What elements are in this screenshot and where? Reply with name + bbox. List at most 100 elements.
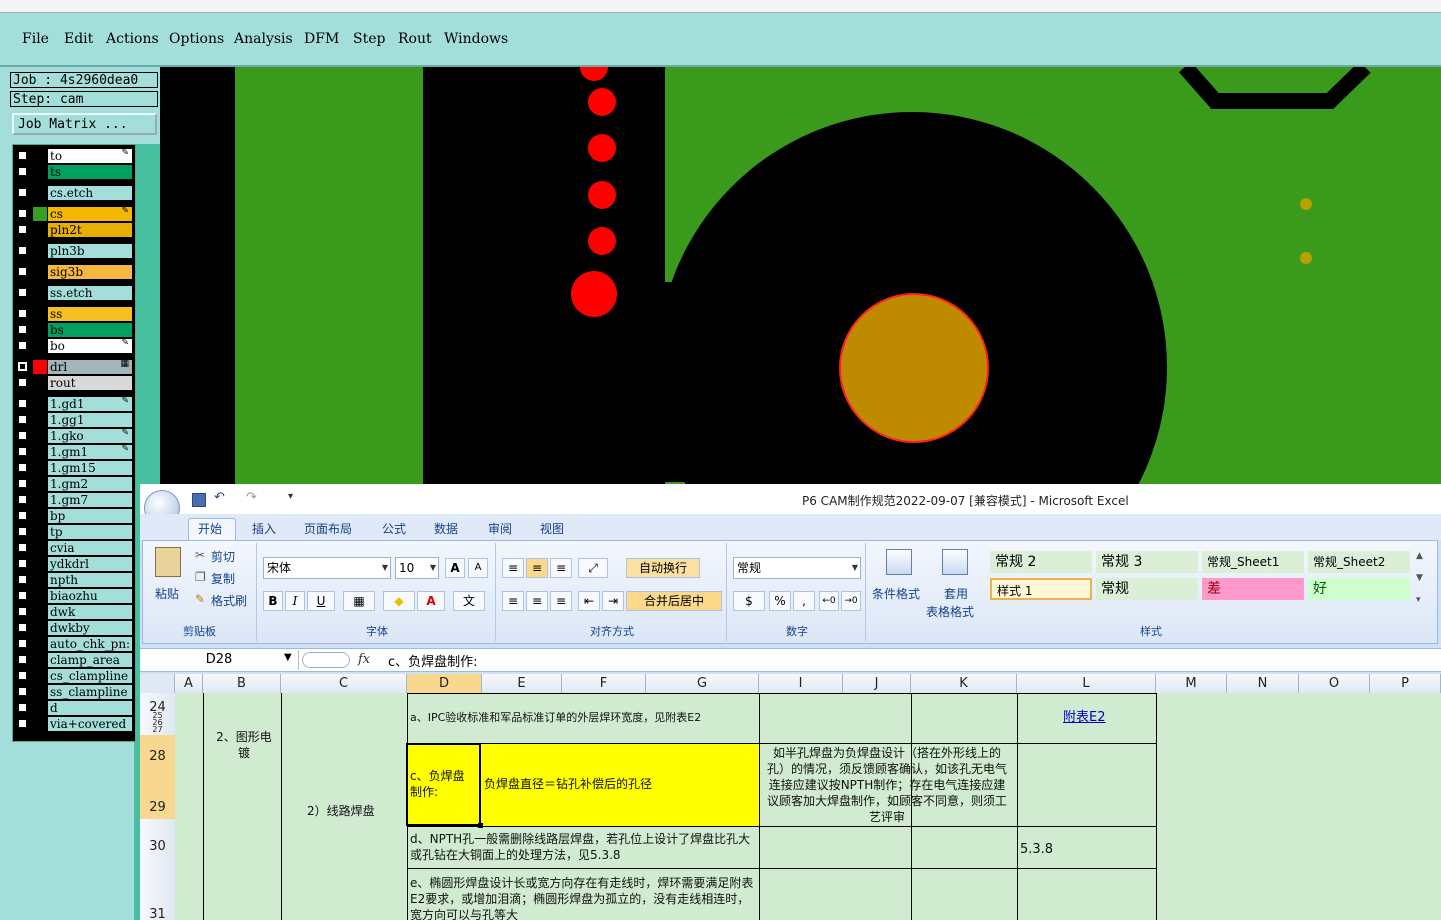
redo-icon[interactable]: ↷ xyxy=(246,490,257,505)
layer-checkbox[interactable] xyxy=(18,288,27,297)
style-bad[interactable]: 差 xyxy=(1202,578,1304,600)
layer-checkbox[interactable] xyxy=(18,543,27,552)
layer-name[interactable]: cs.etch xyxy=(48,186,132,200)
conditional-format-button[interactable]: 条件格式 xyxy=(872,585,920,602)
layer-name[interactable]: ss_clampline xyxy=(48,685,132,699)
layer-row[interactable]: 1.gm7 xyxy=(13,492,135,508)
decrease-indent-button[interactable]: ⇤ xyxy=(578,591,600,611)
border-button[interactable]: ▦ xyxy=(343,591,375,611)
layer-name[interactable]: drl xyxy=(48,360,132,374)
layer-checkbox[interactable] xyxy=(18,309,27,318)
font-size-combo[interactable]: 10 ▼ xyxy=(395,557,439,579)
link-appendix-e2[interactable]: 附表E2 xyxy=(1063,710,1106,726)
layer-checkbox[interactable] xyxy=(18,362,27,371)
layer-name[interactable]: 1.gm7 xyxy=(48,493,132,507)
layer-color-swatch[interactable] xyxy=(33,605,47,619)
font-color-button[interactable]: A xyxy=(417,591,445,611)
customize-qat-icon[interactable]: ▾ xyxy=(288,491,293,502)
layer-row[interactable]: 1.gg1 xyxy=(13,412,135,428)
layer-color-swatch[interactable] xyxy=(33,557,47,571)
paste-button[interactable]: 粘贴 xyxy=(155,585,179,602)
layer-color-swatch[interactable] xyxy=(33,339,47,353)
layer-name[interactable]: cs_clampline xyxy=(48,669,132,683)
layer-color-swatch[interactable] xyxy=(33,186,47,200)
layer-name[interactable]: cs xyxy=(48,207,132,221)
layer-name[interactable]: ss xyxy=(48,307,132,321)
align-middle-button[interactable]: ≡ xyxy=(526,558,548,578)
layer-checkbox[interactable] xyxy=(18,246,27,255)
layer-name[interactable]: dwk xyxy=(48,605,132,619)
layer-row[interactable]: cs.etch xyxy=(13,185,135,201)
layer-row[interactable]: sig3b xyxy=(13,264,135,280)
name-box-dropdown-icon[interactable]: ▼ xyxy=(284,652,292,663)
layer-row[interactable]: tp xyxy=(13,524,135,540)
percent-button[interactable]: % xyxy=(769,591,791,611)
format-painter-button[interactable]: 格式刷 xyxy=(211,592,247,609)
style-scroll-down-icon[interactable]: ▼ xyxy=(1416,573,1423,583)
undo-icon[interactable]: ↶ xyxy=(214,490,225,505)
layer-row[interactable]: biaozhu xyxy=(13,588,135,604)
select-all-corner[interactable] xyxy=(140,674,175,693)
menu-windows[interactable]: Windows xyxy=(444,31,508,47)
format-table-button-line2[interactable]: 表格格式 xyxy=(926,603,974,620)
layer-checkbox[interactable] xyxy=(18,639,27,648)
layer-row[interactable]: ss_clampline xyxy=(13,684,135,700)
layer-row[interactable]: 1.gm15 xyxy=(13,460,135,476)
shrink-font-button[interactable]: A xyxy=(468,558,488,578)
column-header-d[interactable]: D xyxy=(407,674,482,693)
align-left-button[interactable]: ≡ xyxy=(502,591,524,611)
cut-button[interactable]: 剪切 xyxy=(211,548,235,565)
column-header-g[interactable]: G xyxy=(646,674,759,693)
layer-name[interactable]: pln2t xyxy=(48,223,132,237)
column-header-j[interactable]: J xyxy=(843,674,911,693)
layer-color-swatch[interactable] xyxy=(33,445,47,459)
layer-color-swatch[interactable] xyxy=(33,637,47,651)
tab-insert[interactable]: 插入 xyxy=(252,520,276,537)
layer-color-swatch[interactable] xyxy=(33,360,47,374)
style-1[interactable]: 样式 1 xyxy=(990,578,1092,600)
layer-color-swatch[interactable] xyxy=(33,493,47,507)
layer-name[interactable]: 1.gm15 xyxy=(48,461,132,475)
layer-checkbox[interactable] xyxy=(18,225,27,234)
layer-row[interactable]: cs_clampline xyxy=(13,668,135,684)
layer-name[interactable]: ts xyxy=(48,165,132,179)
menu-step[interactable]: Step xyxy=(353,31,385,47)
layer-checkbox[interactable] xyxy=(18,415,27,424)
comma-button[interactable]: , xyxy=(793,591,815,611)
layer-checkbox[interactable] xyxy=(18,607,27,616)
layer-color-swatch[interactable] xyxy=(33,573,47,587)
layer-color-swatch[interactable] xyxy=(33,429,47,443)
layer-color-swatch[interactable] xyxy=(33,149,47,163)
layer-name[interactable]: bp xyxy=(48,509,132,523)
layer-color-swatch[interactable] xyxy=(33,286,47,300)
style-normal-2[interactable]: 常规 2 xyxy=(990,551,1092,573)
layer-row[interactable]: cvia xyxy=(13,540,135,556)
layer-checkbox[interactable] xyxy=(18,559,27,568)
layer-color-swatch[interactable] xyxy=(33,669,47,683)
merge-center-button[interactable]: 合并后居中 xyxy=(626,591,722,611)
copy-button[interactable]: 复制 xyxy=(211,570,235,587)
layer-checkbox[interactable] xyxy=(18,151,27,160)
layer-row[interactable]: 1.gm2 xyxy=(13,476,135,492)
name-box[interactable]: D28 xyxy=(140,650,299,670)
layer-row[interactable]: pln3b xyxy=(13,243,135,259)
layer-row[interactable]: rout xyxy=(13,375,135,391)
layer-row[interactable]: 1.gm1 ✎ xyxy=(13,444,135,460)
layer-row[interactable]: clamp_area xyxy=(13,652,135,668)
layer-checkbox[interactable] xyxy=(18,399,27,408)
layer-name[interactable]: ss.etch xyxy=(48,286,132,300)
style-good[interactable]: 好 xyxy=(1308,578,1410,600)
layer-row[interactable]: ydkdrl xyxy=(13,556,135,572)
layer-name[interactable]: pln3b xyxy=(48,244,132,258)
orientation-button[interactable]: ⤢ xyxy=(578,558,608,578)
column-header-b[interactable]: B xyxy=(203,674,281,693)
layer-name[interactable]: 1.gm1 xyxy=(48,445,132,459)
menu-options[interactable]: Options xyxy=(169,31,224,47)
layer-checkbox[interactable] xyxy=(18,341,27,350)
column-header-f[interactable]: F xyxy=(562,674,646,693)
layer-name[interactable]: d xyxy=(48,701,132,715)
menu-dfm[interactable]: DFM xyxy=(304,31,339,47)
row-header-29[interactable]: 29 xyxy=(140,800,175,815)
number-format-combo[interactable]: 常规 ▼ xyxy=(733,557,861,579)
layer-checkbox[interactable] xyxy=(18,591,27,600)
